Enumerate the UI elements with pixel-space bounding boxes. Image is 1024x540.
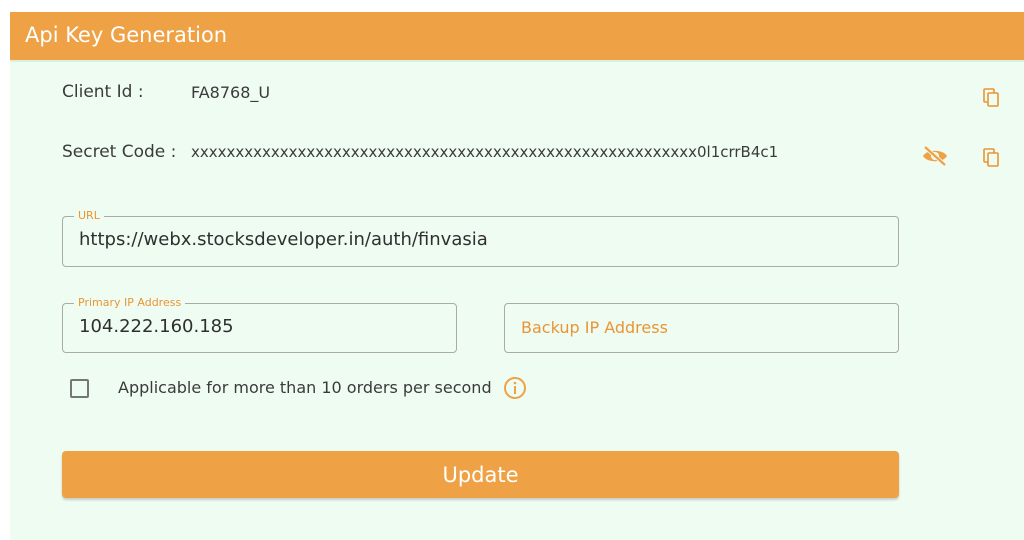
copy-client-id-button[interactable] <box>980 86 1004 110</box>
secret-code-label: Secret Code : <box>62 142 177 162</box>
primary-ip-field-label: Primary IP Address <box>74 296 186 310</box>
info-icon <box>504 377 526 399</box>
client-id-label: Client Id : <box>62 82 144 102</box>
secret-code-value: xxxxxxxxxxxxxxxxxxxxxxxxxxxxxxxxxxxxxxxx… <box>191 143 779 161</box>
orders-info-button[interactable] <box>503 376 527 400</box>
toggle-secret-visibility-button[interactable] <box>921 144 949 168</box>
update-button-label: Update <box>442 462 519 487</box>
update-button[interactable]: Update <box>62 451 899 498</box>
panel-header: Api Key Generation <box>10 12 1024 62</box>
client-id-value: FA8768_U <box>191 83 271 102</box>
copy-secret-code-button[interactable] <box>980 146 1004 170</box>
backup-ip-field[interactable]: Backup IP Address <box>504 303 899 353</box>
page-title: Api Key Generation <box>25 23 228 47</box>
eye-off-icon <box>923 145 947 167</box>
api-key-panel: Api Key Generation Client Id : FA8768_U … <box>10 12 1024 540</box>
backup-ip-placeholder: Backup IP Address <box>521 318 668 337</box>
copy-icon <box>983 148 999 167</box>
primary-ip-field-value[interactable]: 104.222.160.185 <box>79 316 234 337</box>
url-field[interactable]: URL https://webx.stocksdeveloper.in/auth… <box>62 209 899 267</box>
copy-icon <box>983 88 999 107</box>
url-field-label: URL <box>74 209 104 223</box>
orders-per-second-checkbox[interactable] <box>70 379 89 398</box>
orders-per-second-label: Applicable for more than 10 orders per s… <box>118 378 492 397</box>
url-field-value[interactable]: https://webx.stocksdeveloper.in/auth/fin… <box>79 229 488 250</box>
primary-ip-field[interactable]: Primary IP Address 104.222.160.185 <box>62 296 457 353</box>
